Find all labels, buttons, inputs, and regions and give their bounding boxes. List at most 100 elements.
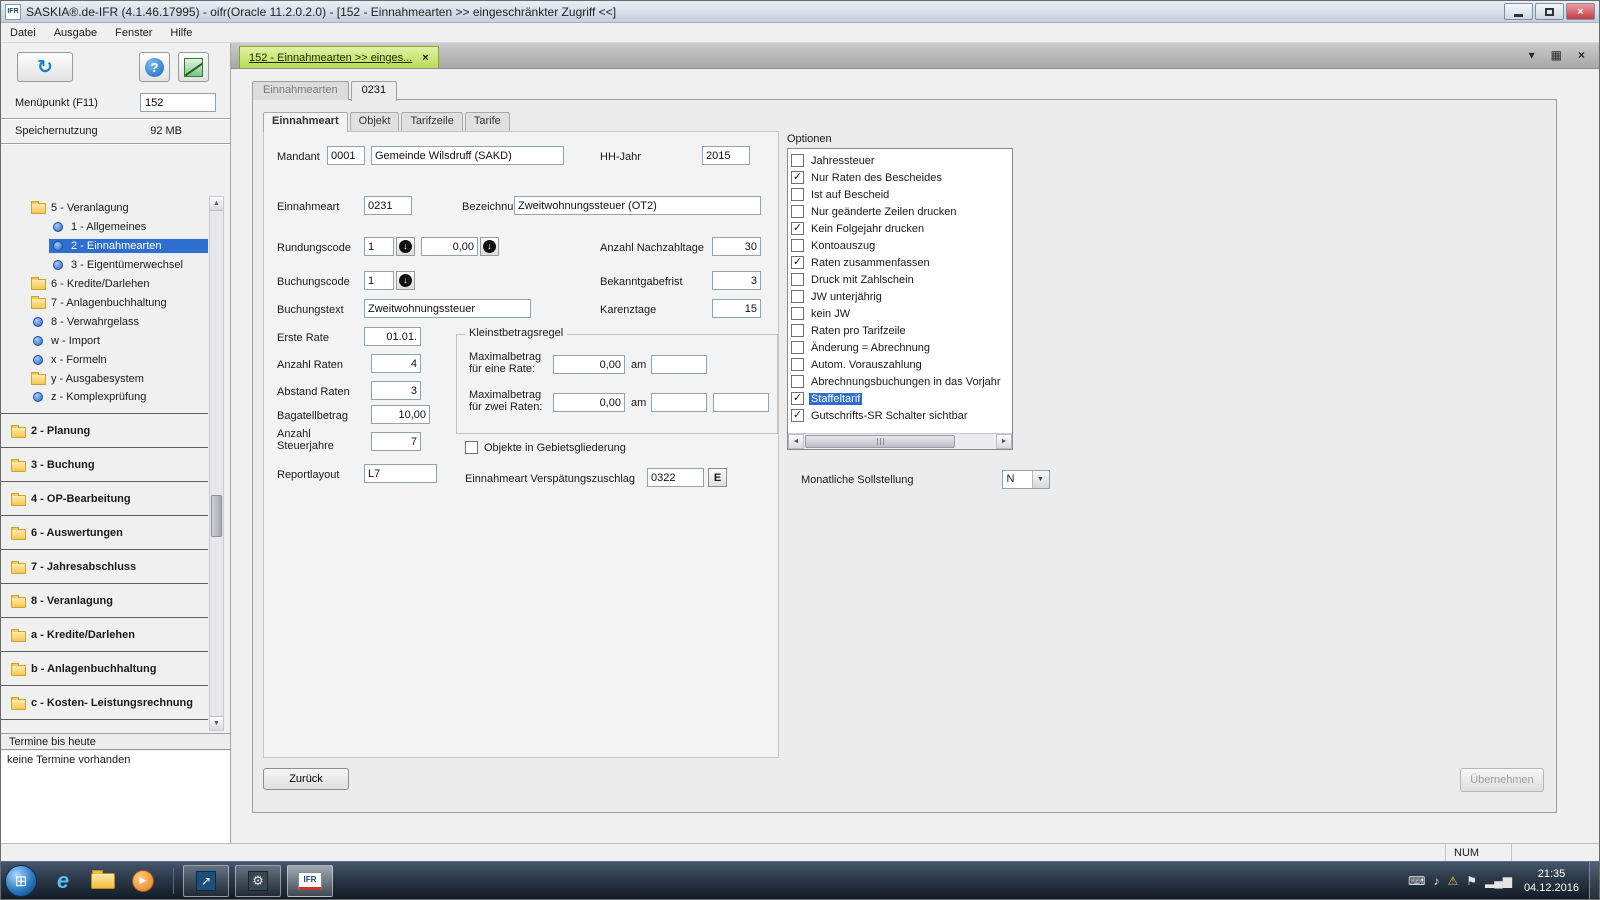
option-row[interactable]: Raten pro Tarifzeile [791,322,1010,339]
network-icon[interactable]: ▂▄▆ [1485,874,1512,888]
checkbox[interactable]: ✓ [791,392,804,405]
scroll-down-arrow[interactable]: ▼ [210,716,223,730]
scroll-up-arrow[interactable]: ▲ [210,197,223,211]
option-row[interactable]: Kontoauszug [791,237,1010,254]
tree-item[interactable]: 4 - OP-Bearbeitung [1,490,208,516]
close-document-icon[interactable]: × [1578,48,1585,62]
tree-item[interactable]: 8 - Veranlagung [1,592,208,618]
hhjahr-input[interactable] [702,146,750,165]
tab-einnahmearten[interactable]: Einnahmearten [252,81,349,100]
karenztage-input[interactable] [712,299,761,318]
tree-item[interactable]: c - Kosten- Leistungsrechnung [1,694,208,720]
sollstellung-select[interactable]: N ▼ [1002,470,1050,489]
rundungsbetrag-input[interactable] [421,237,478,256]
scroll-left-arrow[interactable]: ◄ [788,434,804,449]
einnahmeart-input[interactable] [364,196,412,215]
tree-item[interactable]: 7 - Anlagenbuchhaltung [1,293,208,312]
tile-windows-icon[interactable]: ▦ [1551,48,1562,62]
option-row[interactable]: ✓Gutschrifts-SR Schalter sichtbar [791,407,1010,424]
menu-hilfe[interactable]: Hilfe [161,25,201,41]
minimize-button[interactable] [1504,3,1533,20]
close-button[interactable]: × [1566,3,1595,20]
anzahl-raten-input[interactable] [371,354,421,373]
bekanntgabefrist-input[interactable] [712,271,761,290]
menupunkt-input[interactable] [140,93,216,112]
tree-item[interactable]: 7 - Jahresabschluss [1,558,208,584]
checkbox[interactable] [791,324,804,337]
tree-item[interactable]: 1 - Allgemeines [1,217,208,236]
tree-item[interactable]: y - Ausgabesystem [1,369,208,388]
tree-item[interactable]: 5 - Veranlagung [1,198,208,217]
option-row[interactable]: Nur geänderte Zeilen drucken [791,203,1010,220]
flag-icon[interactable]: ⚑ [1466,874,1477,888]
checkbox[interactable]: ✓ [791,171,804,184]
checkbox[interactable] [791,358,804,371]
taskbar-launch-button[interactable]: ↗ [183,865,229,897]
taskbar-ie-button[interactable]: e [43,864,83,898]
tree-item[interactable]: 6 - Auswertungen [1,524,208,550]
option-row[interactable]: JW unterjährig [791,288,1010,305]
option-row[interactable]: ✓Staffeltarif [791,390,1010,407]
max-eine-rate-input[interactable] [553,355,625,374]
einnahmeart-lookup-button[interactable]: E [708,468,727,487]
menu-fenster[interactable]: Fenster [106,25,161,41]
taskbar-ifr-button[interactable]: IFR [287,865,333,897]
erste-rate-input[interactable] [364,327,421,346]
maximize-button[interactable] [1535,3,1564,20]
tree-scrollbar[interactable]: ▲ ▼ [209,196,224,731]
option-row[interactable]: Autom. Vorauszahlung [791,356,1010,373]
tree-item[interactable]: 3 - Buchung [1,456,208,482]
checkbox[interactable] [791,154,804,167]
checkbox[interactable]: ✓ [791,256,804,269]
tab-0231[interactable]: 0231 [351,81,397,101]
max-zwei-am-input-1[interactable] [651,393,707,412]
mandant-code-input[interactable] [327,146,365,165]
option-row[interactable]: kein JW [791,305,1010,322]
tree-item[interactable]: x - Formeln [1,350,208,369]
tab-einnahmeart[interactable]: Einnahmeart [263,112,348,132]
option-row[interactable]: Änderung = Abrechnung [791,339,1010,356]
checkbox[interactable] [791,273,804,286]
checkbox[interactable] [791,188,804,201]
taskbar-settings-button[interactable]: ⚙ [235,865,281,897]
document-tab[interactable]: 152 - Einnahmearten >> einges... × [239,46,439,68]
uebernehmen-button[interactable]: Übernehmen [1460,768,1544,792]
option-row[interactable]: Jahressteuer [791,152,1010,169]
checkbox[interactable] [791,239,804,252]
option-row[interactable]: ✓Nur Raten des Bescheides [791,169,1010,186]
reportlayout-input[interactable] [364,464,437,483]
bagatellbetrag-input[interactable] [371,405,430,424]
checkbox[interactable] [791,307,804,320]
option-row[interactable]: Ist auf Bescheid [791,186,1010,203]
mandant-name-input[interactable] [371,146,564,165]
steuerjahre-input[interactable] [371,432,421,451]
tree-item[interactable]: w - Import [1,331,208,350]
rundungscode-input[interactable] [364,237,394,256]
buchungscode-lookup-button[interactable]: ↓ [396,271,415,290]
checkbox[interactable] [791,290,804,303]
scroll-right-arrow[interactable]: ► [996,434,1012,449]
checkbox[interactable]: ✓ [791,222,804,235]
checkbox[interactable] [791,205,804,218]
tree-item[interactable]: 3 - Eigentümerwechsel [1,255,208,274]
tab-objekt[interactable]: Objekt [350,112,400,131]
tab-tarifzeile[interactable]: Tarifzeile [401,112,462,131]
taskbar-explorer-button[interactable] [83,864,123,898]
chart-button[interactable] [178,52,209,82]
tree-item[interactable]: 2 - Einnahmearten [1,236,208,255]
taskbar-clock[interactable]: 21:35 04.12.2016 [1524,867,1579,895]
max-zwei-am-input-2[interactable] [713,393,769,412]
tree-item[interactable]: a - Kredite/Darlehen [1,626,208,652]
tree-item[interactable]: 6 - Kredite/Darlehen [1,274,208,293]
max-zwei-raten-input[interactable] [553,393,625,412]
option-row[interactable]: Abrechnungsbuchungen in das Vorjahr [791,373,1010,390]
chevron-down-icon[interactable]: ▾ [1529,48,1535,62]
options-hscrollbar[interactable]: ◄ ► [788,433,1012,449]
checkbox[interactable] [791,341,804,354]
option-row[interactable]: Druck mit Zahlschein [791,271,1010,288]
taskbar-mediaplayer-button[interactable]: ▶ [123,864,163,898]
keyboard-icon[interactable]: ⌨ [1408,874,1425,888]
alert-icon[interactable]: ⚠ [1447,874,1458,888]
option-row[interactable]: ✓Kein Folgejahr drucken [791,220,1010,237]
nachzahltage-input[interactable] [712,237,761,256]
